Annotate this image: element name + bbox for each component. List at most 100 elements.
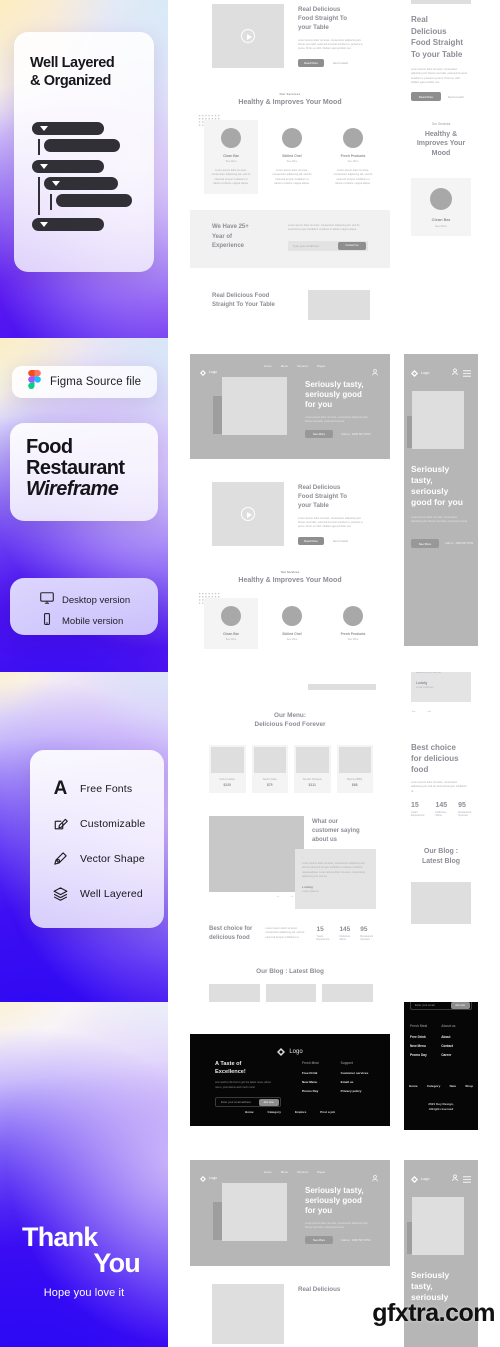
footer-link[interactable]: Promo Day: [410, 1053, 427, 1057]
nav-item-pages[interactable]: Pages: [317, 364, 325, 368]
mobile-logo-text[interactable]: Logo: [421, 371, 429, 375]
video-thumbnail[interactable]: [212, 4, 284, 68]
feature-item-vector-shape[interactable]: Vector Shape: [52, 851, 145, 866]
mobile-footer-nav-home[interactable]: Home: [409, 1084, 418, 1088]
service-card[interactable]: Skilled Chef See More Lorem ipsum dolor …: [265, 120, 319, 194]
version-item-desktop[interactable]: Desktop version: [40, 591, 130, 609]
play-button-icon[interactable]: [241, 507, 255, 521]
service-card[interactable]: Fresh Products See More Lorem ipsum dolo…: [326, 120, 380, 194]
menu-card[interactable]: Barney BBQ $68: [336, 745, 373, 793]
testimonial-heading-line3: about us: [312, 837, 337, 843]
figma-source-card[interactable]: Figma Source file: [12, 366, 157, 398]
menu-card[interactable]: Sushi Cake $75: [251, 745, 288, 793]
footer-link[interactable]: New Menu: [410, 1044, 427, 1048]
hamburger-menu-icon[interactable]: [463, 364, 471, 382]
testimonial-image: [209, 816, 304, 892]
footer-nav-explore[interactable]: Explore: [295, 1110, 306, 1114]
experience-cta-button[interactable]: Contact Us: [338, 241, 366, 250]
experience-email-input[interactable]: Type your email here: [288, 244, 338, 248]
footer-join-button[interactable]: Join now: [258, 1098, 279, 1106]
footer-email-input[interactable]: Enter your email address: [216, 1101, 259, 1104]
user-icon[interactable]: [372, 363, 378, 381]
footer-link[interactable]: Career: [441, 1053, 455, 1057]
service-link[interactable]: See More: [272, 160, 312, 163]
user-icon[interactable]: [372, 1169, 378, 1187]
stat-label-line2: Menu: [435, 814, 443, 817]
footer-link[interactable]: Customer services: [341, 1071, 369, 1075]
mobile-hero-phone[interactable]: Call us : 1800 567 8764: [445, 542, 473, 545]
mobile-video-cta[interactable]: Read More: [411, 92, 441, 101]
service-avatar: [221, 606, 241, 626]
feature-item-well-layered[interactable]: Well Layered: [52, 886, 145, 901]
mobile-service-link[interactable]: See More: [411, 224, 471, 228]
nav-item-services[interactable]: Services: [297, 364, 308, 368]
footer-link[interactable]: Free Drink: [410, 1035, 427, 1039]
mobile-footer-join-button[interactable]: Join now: [450, 1002, 470, 1009]
footer-logo-text[interactable]: Logo: [289, 1049, 302, 1055]
footer-link[interactable]: Contact: [441, 1044, 455, 1048]
nav-item-services[interactable]: Services: [297, 1170, 308, 1174]
hero-cta-button[interactable]: See More: [305, 430, 333, 438]
logo-text[interactable]: Logo: [209, 1176, 217, 1180]
nav-item-menu[interactable]: Menu: [281, 1170, 288, 1174]
footer-nav-home[interactable]: Home: [245, 1110, 254, 1114]
video-link[interactable]: Get in touch: [333, 539, 348, 543]
arrow-left-icon[interactable]: ←: [276, 893, 281, 899]
footer-link[interactable]: Privacy policy: [341, 1089, 369, 1093]
service-card[interactable]: Fresh Products See More: [326, 598, 380, 649]
mobile-footer-nav-shop[interactable]: Shop: [465, 1084, 473, 1088]
video-cta-button[interactable]: Read More: [304, 61, 318, 65]
play-button-icon[interactable]: [241, 29, 255, 43]
video-thumbnail[interactable]: [212, 1284, 284, 1344]
footer-link[interactable]: Free Drink: [302, 1071, 319, 1075]
mobile-blog-card[interactable]: [411, 882, 471, 924]
blog-card[interactable]: [209, 984, 260, 1002]
service-card[interactable]: Clean Bar See More: [204, 598, 258, 649]
experience-band: We Have 25+ Year of Experience Lorem ips…: [190, 210, 390, 268]
footer-nav-category[interactable]: Category: [268, 1110, 281, 1114]
video-thumbnail[interactable]: [212, 482, 284, 546]
footer-nav-post-a-job[interactable]: Post a job: [320, 1110, 335, 1114]
hero-cta-button[interactable]: See More: [305, 1236, 333, 1244]
blog-card[interactable]: [322, 984, 374, 1002]
service-link[interactable]: See More: [211, 160, 251, 163]
feature-item-customizable[interactable]: Customizable: [52, 816, 145, 831]
menu-card[interactable]: Fish Cookies $120: [209, 745, 246, 793]
service-link[interactable]: See More: [333, 160, 373, 163]
video-link[interactable]: Get in touch: [333, 61, 348, 65]
nav-item-pages[interactable]: Pages: [317, 1170, 325, 1174]
hero-phone[interactable]: Call us : 1800 567 8764: [341, 1238, 371, 1242]
user-icon[interactable]: [452, 363, 458, 381]
footer-link[interactable]: Email us: [341, 1080, 369, 1084]
menu-card[interactable]: Tender Octopus $111: [294, 745, 331, 793]
footer-link[interactable]: New Menu: [302, 1080, 319, 1084]
hero-phone[interactable]: Call us : 1800 567 8764: [341, 432, 371, 436]
version-item-mobile[interactable]: Mobile version: [40, 612, 130, 630]
mobile-logo-text[interactable]: Logo: [421, 1177, 429, 1181]
footer-link[interactable]: About: [441, 1035, 455, 1039]
service-card[interactable]: Clean Bar See More Lorem ipsum dolor sit…: [204, 120, 258, 195]
service-link[interactable]: See More: [272, 638, 312, 641]
nav-item-home[interactable]: Home: [264, 364, 272, 368]
footer-link[interactable]: Promo Day: [302, 1089, 319, 1093]
nav-item-home[interactable]: Home: [264, 1170, 272, 1174]
user-icon[interactable]: [452, 1169, 458, 1187]
mobile-footer-nav-new[interactable]: New: [450, 1084, 456, 1088]
nav-item-menu[interactable]: Menu: [281, 364, 288, 368]
hamburger-menu-icon[interactable]: [463, 1170, 471, 1188]
mobile-hero-cta[interactable]: See More: [411, 539, 439, 548]
service-link[interactable]: See More: [211, 638, 251, 641]
service-link[interactable]: See More: [333, 638, 373, 641]
arrow-right-icon[interactable]: →: [426, 708, 432, 714]
blog-card[interactable]: [265, 984, 317, 1002]
video-cta-button[interactable]: Read More: [304, 539, 318, 543]
mobile-service-card[interactable]: Clean Bar See More: [411, 178, 471, 236]
service-card[interactable]: Skilled Chef See More: [265, 598, 319, 649]
mobile-footer-email-input[interactable]: Enter your email: [411, 1004, 451, 1007]
feature-item-free-fonts[interactable]: A Free Fonts: [52, 779, 145, 798]
mobile-video-link[interactable]: Get in touch: [448, 95, 464, 99]
logo-text[interactable]: Logo: [209, 370, 217, 374]
arrow-right-icon[interactable]: →: [289, 893, 294, 899]
mobile-footer-nav-category[interactable]: Category: [427, 1084, 440, 1088]
arrow-left-icon[interactable]: ←: [411, 708, 417, 714]
